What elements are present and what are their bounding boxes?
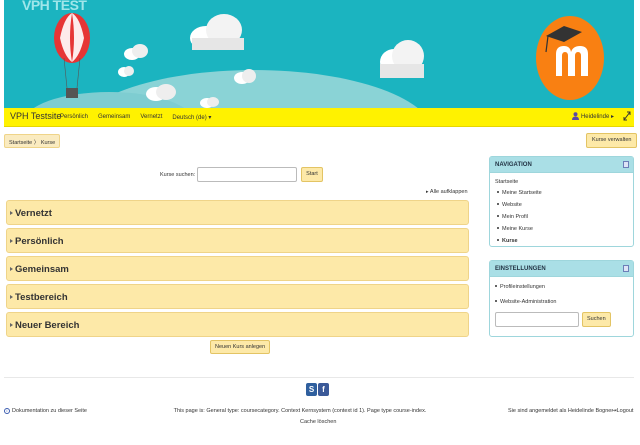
caret-right-icon — [10, 323, 13, 327]
admin-search-input[interactable] — [495, 312, 579, 327]
settings-block-header: EINSTELLUNGEN — [490, 261, 633, 277]
cloud-icon — [146, 84, 176, 101]
cloud-icon — [190, 14, 244, 50]
category-gemeinsam[interactable]: Gemeinsam — [6, 256, 469, 281]
admin-search-button[interactable]: Suchen — [582, 312, 611, 327]
caret-right-icon — [10, 239, 13, 243]
breadcrumb-home[interactable]: Startseite — [9, 140, 32, 146]
navigation-block-header: NAVIGATION — [490, 157, 633, 173]
user-icon — [571, 112, 579, 120]
navigation-block: NAVIGATION Startseite Meine Startseite W… — [489, 156, 634, 247]
cloud-icon — [380, 40, 424, 78]
logout-label: Logout — [616, 408, 634, 414]
new-course-button[interactable]: Neuen Kurs anlegen — [210, 340, 271, 354]
nav-item-persoenlich[interactable]: Persönlich — [60, 114, 88, 121]
caret-right-icon — [10, 211, 13, 215]
category-vernetzt[interactable]: Vernetzt — [6, 200, 469, 225]
course-search-button[interactable]: Start — [301, 167, 323, 182]
breadcrumb-separator: 〉 — [33, 140, 40, 146]
purge-cache-link[interactable]: Cache löschen — [300, 419, 336, 425]
cloud-icon — [200, 97, 219, 108]
logout-link[interactable]: ⇥Logout — [612, 408, 633, 414]
navigation-tree: Meine Startseite Website Mein Profil Mei… — [497, 190, 542, 250]
category-persoenlich[interactable]: Persönlich — [6, 228, 469, 253]
documentation-link-label: Dokumentation zu dieser Seite — [12, 408, 87, 414]
settings-block: EINSTELLUNGEN Profileinstellungen Websit… — [489, 260, 634, 337]
expand-all-link[interactable]: ▸ Alle aufklappen — [426, 189, 468, 195]
caret-right-icon — [10, 295, 13, 299]
page-type-info: This page is: General type: coursecatego… — [173, 408, 427, 414]
footer-divider — [4, 377, 634, 378]
fullscreen-toggle-icon[interactable] — [623, 111, 631, 121]
settings-item[interactable]: Profileinstellungen — [495, 284, 545, 290]
category-title: Neuer Bereich — [15, 320, 80, 331]
category-testbereich[interactable]: Testbereich — [6, 284, 469, 309]
user-name: Heidelinde ▸ — [580, 113, 614, 120]
category-title: Testbereich — [15, 292, 68, 303]
course-search-label: Kurse suchen: — [160, 171, 196, 178]
course-search-input[interactable] — [197, 167, 298, 182]
settings-block-title: EINSTELLUNGEN — [495, 266, 546, 272]
nav-item-gemeinsam[interactable]: Gemeinsam — [98, 114, 130, 121]
nav-tree-item[interactable]: Meine Startseite — [497, 190, 542, 202]
nav-item-vernetzt[interactable]: Vernetzt — [140, 114, 162, 121]
settings-item[interactable]: Website-Administration — [495, 299, 556, 305]
course-search-form: Kurse suchen: Start — [160, 167, 323, 182]
nav-tree-item[interactable]: Website — [497, 202, 542, 214]
expand-all-label: Alle aufklappen — [429, 189, 468, 195]
category-title: Vernetzt — [15, 208, 52, 219]
banner-title: VPH TEST — [22, 0, 87, 13]
language-menu[interactable]: Deutsch (de) ▾ — [172, 114, 211, 121]
login-info: Sie sind angemeldet als Heidelinde Bogne… — [508, 408, 614, 414]
user-menu[interactable]: Heidelinde ▸ — [571, 112, 614, 120]
category-neuer-bereich[interactable]: Neuer Bereich — [6, 312, 469, 337]
dock-icon[interactable] — [623, 265, 629, 272]
skype-icon[interactable]: S — [306, 383, 317, 396]
category-title: Gemeinsam — [15, 264, 69, 275]
cloud-icon — [124, 44, 148, 60]
category-title: Persönlich — [15, 236, 64, 247]
nav-tree-item[interactable]: Mein Profil — [497, 214, 542, 226]
nav-tree-item-active[interactable]: Kurse — [497, 238, 542, 250]
breadcrumb-current[interactable]: Kurse — [41, 140, 55, 146]
site-brand-link[interactable]: VPH Testsite — [10, 111, 61, 121]
manage-courses-button[interactable]: Kurse verwalten — [586, 133, 638, 148]
site-banner: VPH TEST — [4, 0, 634, 108]
breadcrumb: Startseite 〉 Kurse — [4, 134, 61, 148]
social-links: S f — [306, 383, 329, 396]
caret-right-icon — [10, 267, 13, 271]
info-icon: i — [4, 408, 10, 414]
moodle-logo-icon — [536, 16, 604, 100]
facebook-icon[interactable]: f — [318, 383, 329, 396]
documentation-link[interactable]: i Dokumentation zu dieser Seite — [4, 408, 87, 414]
nav-root-startseite[interactable]: Startseite — [495, 179, 518, 185]
dock-icon[interactable] — [623, 161, 629, 168]
hot-air-balloon-icon — [54, 13, 90, 98]
navigation-block-title: NAVIGATION — [495, 162, 532, 168]
nav-tree-item[interactable]: Meine Kurse — [497, 226, 542, 238]
top-navbar: VPH Testsite Persönlich Gemeinsam Vernet… — [4, 108, 634, 127]
nav-menu: Persönlich Gemeinsam Vernetzt Deutsch (d… — [60, 114, 211, 121]
cloud-icon — [118, 66, 134, 77]
cloud-icon — [234, 69, 256, 84]
